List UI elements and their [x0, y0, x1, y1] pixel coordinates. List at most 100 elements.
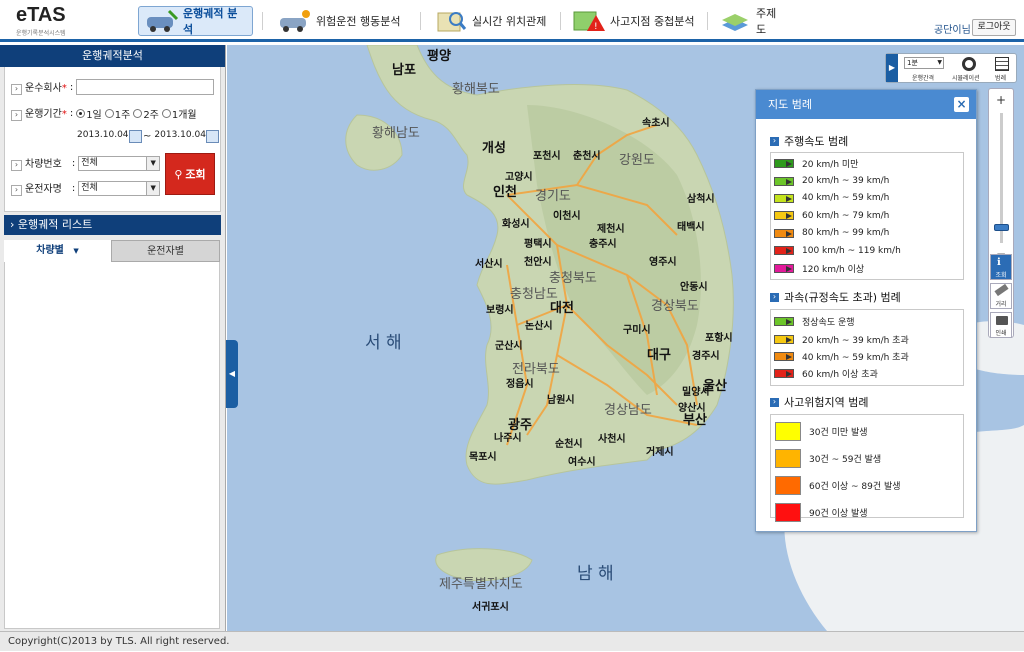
period-radio-1day[interactable]: 1일 [76, 106, 102, 121]
list-tabs: 차량별 ▼ 운전자별 [4, 240, 220, 262]
time-interval-select[interactable]: 1분 ▼ [904, 57, 944, 69]
legend-swatch [774, 193, 794, 203]
legend-item: 40 km/h ~ 59 km/h [771, 190, 963, 207]
period-label: 운행기간* [11, 105, 67, 121]
nav-label: 위험운전 행동분석 [316, 15, 401, 28]
left-panel: 운행궤적분석 운수회사* : 운행기간* : 1일 1주 2주 1개월 2013… [0, 45, 226, 631]
legend-item-label: 80 km/h ~ 99 km/h [802, 228, 890, 239]
legend-section-speed: 주행속도 범례 [770, 133, 848, 149]
nav-realtime-location[interactable]: 실시간 위치관제 [428, 6, 553, 36]
map-place-label: 삼척시 [687, 194, 715, 205]
period-option-label: 1일 [86, 109, 102, 121]
legend-item-label: 60 km/h 이상 초과 [802, 370, 878, 381]
radio-unselected [133, 108, 143, 118]
date-to-input[interactable]: 2013.10.04 [152, 128, 206, 144]
chevron-down-icon: ▼ [146, 156, 160, 170]
date-separator: ~ [143, 130, 152, 142]
legend-button[interactable]: 범례 [990, 56, 1014, 82]
layers-icon [718, 9, 752, 33]
legend-title: 지도 범례 [768, 98, 812, 111]
legend-item: 60건 이상 ~ 89건 발생 [771, 472, 963, 499]
map-place-label: 경주시 [692, 351, 720, 362]
legend-swatch [774, 176, 794, 186]
list-header: › 운행궤적 리스트 [4, 215, 221, 235]
panel-title: 운행궤적분석 [0, 45, 225, 67]
speed-legend-list: 20 km/h 미만 20 km/h ~ 39 km/h 40 km/h ~ 59 … [770, 152, 964, 280]
legend-item: 30건 ~ 59건 발생 [771, 445, 963, 472]
logout-button[interactable]: 로그아웃 [972, 19, 1016, 36]
nav-label: 실시간 위치관제 [472, 15, 547, 28]
nav-risk-driving[interactable]: 위험운전 행동분석 [272, 6, 412, 36]
map-place-label: 목포시 [469, 452, 497, 463]
calendar-icon[interactable] [206, 129, 220, 143]
legend-swatch [775, 476, 801, 495]
legend-item: 60 km/h ~ 79 km/h [771, 207, 963, 224]
time-select-value: 1분 [907, 59, 918, 67]
logo[interactable]: eTAS 운행기록분석시스템 [16, 4, 126, 37]
legend-item: 30건 미만 발생 [771, 418, 963, 445]
legend-item-label: 60 km/h ~ 79 km/h [802, 210, 890, 221]
search-button[interactable]: ⚲ 조회 [165, 153, 215, 195]
map-place-label: 정읍시 [506, 379, 534, 390]
radio-unselected [161, 108, 171, 118]
calendar-icon[interactable] [129, 129, 142, 143]
map-place-label: 이천시 [553, 211, 581, 222]
period-radio-1week[interactable]: 1주 [104, 106, 130, 121]
overspeed-legend-list: 정상속도 운행 20 km/h ~ 39 km/h 초과 40 km/h ~ 59 … [770, 309, 964, 386]
legend-item-label: 60건 이상 ~ 89건 발생 [809, 482, 901, 492]
zoom-slider-handle[interactable] [994, 224, 1009, 231]
legend-swatch [774, 263, 794, 273]
radio-selected [76, 108, 86, 118]
map-place-label: 평택시 [524, 239, 552, 250]
map-place-label: 개성 [482, 141, 506, 156]
simulation-button[interactable]: 시뮬레이션 [952, 56, 986, 82]
legend-item: 90건 이상 발생 [771, 499, 963, 526]
legend-item: 120 km/h 이상 [771, 259, 963, 276]
legend-item: 40 km/h ~ 59 km/h 초과 [771, 348, 963, 365]
footer-copyright: Copyright(C)2013 by TLS. All right reser… [0, 631, 1024, 651]
logo-subtitle: 운행기록분석시스템 [16, 30, 66, 37]
map-place-label: 황해북도 [452, 82, 500, 97]
legend-swatch [774, 369, 794, 379]
legend-item: 100 km/h ~ 119 km/h [771, 242, 963, 259]
legend-section-risk: 사고위험지역 범례 [770, 394, 868, 410]
vehicle-select[interactable]: 전체 ▼ [78, 155, 161, 171]
nav-divider [560, 12, 561, 30]
nav-trajectory-analysis[interactable]: 운행궤적 분석 [138, 6, 253, 36]
side-distance-button[interactable]: 거리 [990, 283, 1012, 309]
colon: : [71, 182, 76, 194]
nav-divider [420, 12, 421, 30]
nav-accident-overlay[interactable]: ! 사고지점 중첩분석 [566, 6, 701, 36]
radio-unselected [104, 108, 114, 118]
map-place-label: 대전 [550, 301, 574, 316]
map-control-box: ▶ 1분 ▼ 운행간격 시뮬레이션 범례 [885, 53, 1017, 83]
map-place-label: 논산시 [525, 321, 553, 332]
legend-item: 정상속도 운행 [771, 313, 963, 330]
map-place-label: 서산시 [475, 259, 503, 270]
period-option-label: 2주 [143, 109, 159, 121]
side-print-button[interactable]: 인쇄 [990, 312, 1012, 338]
nav-divider [262, 12, 263, 30]
vehicle-row: 차량번호 : 전체 ▼ [11, 155, 161, 171]
side-query-button[interactable]: ℹ 조회 [990, 254, 1012, 280]
printer-icon [996, 316, 1008, 325]
nav-thematic-map[interactable]: 주제도 [712, 6, 792, 36]
tab-label: 차량별 [36, 245, 64, 256]
close-icon[interactable]: × [954, 97, 969, 112]
map-place-label: 남원시 [547, 395, 575, 406]
company-input[interactable] [76, 79, 215, 95]
legend-section-overspeed: 과속(규정속도 초과) 범례 [770, 289, 901, 305]
period-radio-2week[interactable]: 2주 [133, 106, 159, 121]
zoom-in-button[interactable]: + [993, 93, 1009, 107]
date-from-input[interactable]: 2013.10.04 [75, 128, 129, 144]
period-radio-1month[interactable]: 1개월 [161, 106, 197, 121]
map-place-label: 거제시 [646, 447, 674, 458]
vehicle-label: 차량번호 [11, 155, 62, 171]
map-place-label: 평양 [427, 49, 451, 64]
collapse-controls-button[interactable]: ▶ [886, 54, 898, 82]
collapse-panel-button[interactable]: ◀ [226, 340, 238, 408]
driver-select[interactable]: 전체 ▼ [78, 180, 161, 196]
tab-by-driver[interactable]: 운전자별 [111, 240, 220, 262]
vehicle-select-value: 전체 [81, 157, 98, 168]
tab-by-vehicle[interactable]: 차량별 ▼ [4, 240, 111, 262]
